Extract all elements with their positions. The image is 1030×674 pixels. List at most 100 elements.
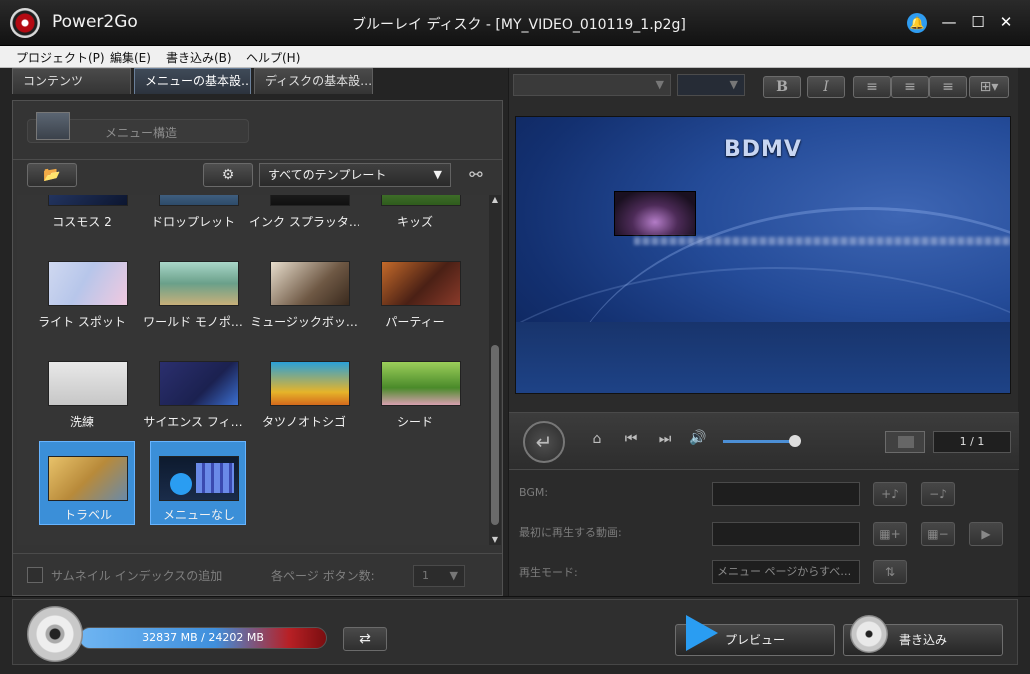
template-settings-button[interactable]: ⚙ <box>203 163 253 187</box>
volume-slider-knob[interactable] <box>789 435 801 447</box>
font-family-select[interactable]: ▼ <box>513 74 671 96</box>
play-mode-field[interactable]: メニュー ページからすべ… <box>712 560 860 584</box>
menu-structure-icon <box>36 112 70 140</box>
volume-icon[interactable]: 🔊 <box>687 430 709 446</box>
template-label: パーティー <box>385 315 445 329</box>
thumbnail-index-checkbox[interactable] <box>27 567 43 583</box>
add-bgm-button[interactable]: +♪ <box>873 482 907 506</box>
buttons-per-page-select[interactable]: 1 ▼ <box>413 565 465 587</box>
add-first-play-button[interactable]: ▦+ <box>873 522 907 546</box>
bold-button[interactable]: B <box>763 76 801 98</box>
grid-layout-icon: ⊞▾ <box>979 79 999 95</box>
settings-sliders-icon: ⇅ <box>884 565 896 579</box>
template-no-menu[interactable]: メニューなし <box>150 441 246 525</box>
bgm-label: BGM: <box>519 486 549 499</box>
template-kids[interactable]: キッズ <box>360 195 470 241</box>
first-play-field[interactable] <box>712 522 860 546</box>
tab-menu-settings[interactable]: メニューの基本設… <box>134 68 251 94</box>
tab-disc-settings[interactable]: ディスクの基本設… <box>254 68 373 94</box>
text-format-toolbar: ▼ ▼ B I ≡ ≡ ≡ ⊞▾ <box>509 74 1019 100</box>
playback-controls: ↵ ⌂ ⏮ ⏭ 🔊 1 / 1 <box>509 412 1019 470</box>
remove-first-play-button[interactable]: ▦− <box>921 522 955 546</box>
next-icon[interactable]: ⏭ <box>655 431 675 447</box>
template-label: キッズ <box>396 215 433 229</box>
minimize-button[interactable]: — <box>938 11 960 33</box>
film-add-icon: ▦+ <box>879 527 901 541</box>
scrollbar-thumb[interactable] <box>491 345 499 525</box>
template-science-fiction[interactable]: サイエンス フィ… <box>138 345 248 441</box>
template-label: サイエンス フィ… <box>143 415 243 429</box>
template-seed[interactable]: シード <box>360 345 470 441</box>
menu-preview[interactable]: BDMV <box>515 116 1011 394</box>
play-first-play-button[interactable]: ▶ <box>969 522 1003 546</box>
menu-help[interactable]: ヘルプ(H) <box>246 49 300 66</box>
page-view-button[interactable] <box>885 431 925 453</box>
menu-burn[interactable]: 書き込み(B) <box>166 49 232 66</box>
preview-video-thumbnail[interactable] <box>614 191 696 236</box>
bgm-field[interactable] <box>712 482 860 506</box>
import-template-button[interactable]: 📂 <box>27 163 77 187</box>
align-left-button[interactable]: ≡ <box>853 76 891 98</box>
layout-button[interactable]: ⊞▾ <box>969 76 1009 98</box>
remove-bgm-button[interactable]: −♪ <box>921 482 955 506</box>
template-light-spot[interactable]: ライト スポット <box>27 245 137 341</box>
burn-button[interactable]: 書き込み <box>843 615 1003 656</box>
template-filter-select[interactable]: すべてのテンプレート ▼ <box>259 163 451 187</box>
template-scrollbar[interactable]: ▲ ▼ <box>489 195 501 545</box>
template-cosmos2[interactable]: コスモス 2 <box>27 195 137 241</box>
template-label: ミュージックボッ… <box>250 315 358 329</box>
template-thumbnail <box>381 195 461 206</box>
previous-icon[interactable]: ⏮ <box>621 431 641 447</box>
align-left-icon: ≡ <box>866 79 878 95</box>
play-mode-label: 再生モード: <box>519 566 578 579</box>
align-center-button[interactable]: ≡ <box>891 76 929 98</box>
template-music-box[interactable]: ミュージックボッ… <box>249 245 359 341</box>
first-play-label: 最初に再生する動画: <box>519 526 622 539</box>
align-right-button[interactable]: ≡ <box>929 76 967 98</box>
template-thumbnail <box>159 361 239 406</box>
folder-gear-icon: ⚙ <box>221 167 235 183</box>
template-thumbnail <box>159 456 239 501</box>
menu-structure-label: メニュー構造 <box>105 126 178 140</box>
scroll-up-icon[interactable]: ▲ <box>490 195 500 205</box>
template-refined[interactable]: 洗練 <box>27 345 137 441</box>
chevron-down-icon: ▼ <box>655 78 664 91</box>
menu-project[interactable]: プロジェクト(P) <box>16 49 105 66</box>
bell-icon[interactable]: 🔔 <box>907 13 927 33</box>
film-strip-icon <box>196 463 234 493</box>
template-world-monopoly[interactable]: ワールド モノポ… <box>138 245 248 341</box>
play-mode-settings-button[interactable]: ⇅ <box>873 560 907 584</box>
template-label: ワールド モノポ… <box>143 315 243 329</box>
template-thumbnail <box>159 195 239 206</box>
template-thumbnail <box>381 361 461 406</box>
chevron-down-icon: ▼ <box>433 168 442 181</box>
template-droplet[interactable]: ドロップレット <box>138 195 248 241</box>
menu-edit[interactable]: 編集(E) <box>110 49 151 66</box>
home-icon[interactable]: ⌂ <box>587 431 607 447</box>
template-link-icon[interactable]: ⚯ <box>461 165 491 185</box>
app-logo-icon <box>10 8 40 38</box>
scroll-down-icon[interactable]: ▼ <box>490 535 500 545</box>
template-label: ライト スポット <box>38 315 126 329</box>
template-ink-splatter[interactable]: インク スプラッタ… <box>249 195 359 241</box>
font-color-select[interactable]: ▼ <box>677 74 745 96</box>
return-button[interactable]: ↵ <box>523 421 565 463</box>
template-thumbnail <box>48 195 128 206</box>
template-label: トラベル <box>63 508 112 522</box>
template-thumbnail <box>48 456 128 501</box>
volume-slider[interactable] <box>723 440 795 443</box>
template-thumbnail <box>159 261 239 306</box>
italic-button[interactable]: I <box>807 76 845 98</box>
template-seahorse[interactable]: タツノオトシゴ <box>249 345 359 441</box>
template-party[interactable]: パーティー <box>360 245 470 341</box>
template-travel[interactable]: トラベル <box>39 441 135 525</box>
preview-button[interactable]: プレビュー <box>675 615 835 656</box>
menu-structure-button[interactable]: メニュー構造 <box>27 112 249 143</box>
close-button[interactable]: ✕ <box>995 11 1017 33</box>
swap-disc-button[interactable]: ⇄ <box>343 627 387 651</box>
maximize-button[interactable]: ☐ <box>967 11 989 33</box>
preview-title[interactable]: BDMV <box>724 137 802 162</box>
swap-arrows-icon: ⇄ <box>359 631 371 647</box>
tab-contents[interactable]: コンテンツ <box>12 68 131 94</box>
template-label: タツノオトシゴ <box>261 415 346 429</box>
